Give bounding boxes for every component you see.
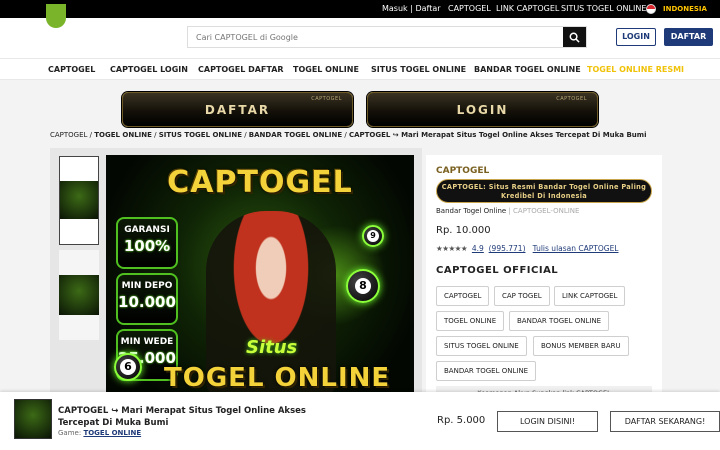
search-button[interactable] bbox=[563, 27, 586, 47]
sticky-price: Rp. 5.000 bbox=[437, 415, 486, 426]
sticky-purchase-bar: CAPTOGEL ↪ Mari Merapat Situs Togel Onli… bbox=[0, 392, 720, 450]
nav-item-captogel[interactable]: CAPTOGEL bbox=[48, 65, 95, 74]
card-bottom-text: 10.000 bbox=[118, 293, 176, 311]
promo-login-label: LOGIN bbox=[456, 103, 509, 117]
tag-situs-togel-online[interactable]: SITUS TOGEL ONLINE bbox=[436, 336, 527, 356]
masuk-daftar-link[interactable]: Masuk | Daftar bbox=[382, 4, 441, 13]
sticky-game-line: Game: TOGEL ONLINE bbox=[58, 429, 141, 437]
ball-8-icon: 8 bbox=[346, 269, 380, 303]
rating-value[interactable]: 4.9 bbox=[472, 244, 484, 253]
daftar-sekarang-button[interactable]: DAFTAR SEKARANG! bbox=[610, 411, 720, 432]
breadcrumb-item[interactable]: BANDAR TOGEL ONLINE bbox=[249, 131, 342, 139]
main-nav: CAPTOGEL CAPTOGEL LOGIN CAPTOGEL DAFTAR … bbox=[0, 58, 720, 80]
write-review-link[interactable]: Tulis ulasan CAPTOGEL bbox=[533, 244, 619, 253]
tag-captogel[interactable]: CAPTOGEL bbox=[436, 286, 490, 306]
nav-item-captogel-daftar[interactable]: CAPTOGEL DAFTAR bbox=[198, 65, 284, 74]
game-link[interactable]: TOGEL ONLINE bbox=[83, 429, 141, 437]
language-selector[interactable]: INDONESIA bbox=[663, 5, 707, 13]
breadcrumb-item[interactable]: CAPTOGEL bbox=[50, 131, 87, 139]
product-info-panel: CAPTOGEL CAPTOGEL: Situs Resmi Bandar To… bbox=[426, 155, 662, 400]
breadcrumb-item[interactable]: SITUS TOGEL ONLINE bbox=[159, 131, 242, 139]
captogel-top-link[interactable]: CAPTOGEL bbox=[448, 4, 491, 13]
gallery-thumbnail[interactable] bbox=[59, 156, 99, 245]
breadcrumb-current: CAPTOGEL ↪ Mari Merapat Situs Togel Onli… bbox=[348, 131, 647, 139]
promo-daftar-brand: CAPTOGEL bbox=[311, 96, 342, 102]
hero-banner-image: CAPTOGEL GARANSI 100% MIN DEPO 10.000 MI… bbox=[106, 155, 414, 398]
rating-count[interactable]: (995.771) bbox=[489, 244, 526, 253]
product-gallery: CAPTOGEL GARANSI 100% MIN DEPO 10.000 MI… bbox=[50, 148, 422, 398]
product-category[interactable]: Bandar Togel Online bbox=[436, 207, 506, 215]
nav-item-situs-togel-online[interactable]: SITUS TOGEL ONLINE bbox=[371, 65, 466, 74]
card-top-text: MIN DEPO bbox=[121, 281, 173, 291]
header-daftar-button[interactable]: DAFTAR bbox=[664, 28, 713, 46]
product-tagline-badge: CAPTOGEL: Situs Resmi Bandar Togel Onlin… bbox=[436, 179, 652, 203]
product-store[interactable]: CAPTOGEL-ONLINE bbox=[513, 207, 579, 215]
promo-login-button[interactable]: CAPTOGEL LOGIN bbox=[367, 92, 598, 127]
ball-6-icon: 6 bbox=[114, 353, 142, 381]
tag-bonus-member-baru[interactable]: BONUS MEMBER BARU bbox=[533, 336, 629, 356]
card-top-text: MIN WEDE bbox=[120, 337, 174, 347]
ball-number: 9 bbox=[367, 230, 379, 242]
top-bar: Masuk | Daftar CAPTOGEL LINK CAPTOGEL SI… bbox=[0, 0, 720, 18]
product-price: Rp. 10.000 bbox=[436, 225, 491, 236]
search-icon bbox=[569, 32, 580, 43]
nav-item-togel-online[interactable]: TOGEL ONLINE bbox=[293, 65, 359, 74]
rating-stars-icon: ★★★★★ bbox=[436, 244, 468, 253]
tag-bandar-togel-online[interactable]: BANDAR TOGEL ONLINE bbox=[509, 311, 610, 331]
site-header: LOGIN DAFTAR bbox=[0, 4, 720, 58]
indonesia-flag-icon[interactable] bbox=[646, 4, 656, 14]
game-label: Game: bbox=[58, 429, 82, 437]
banner-togel-online-text: TOGEL ONLINE bbox=[164, 363, 391, 393]
promo-daftar-button[interactable]: CAPTOGEL DAFTAR bbox=[122, 92, 353, 127]
sticky-product-title: CAPTOGEL ↪ Mari Merapat Situs Togel Onli… bbox=[58, 406, 306, 428]
product-brand[interactable]: CAPTOGEL bbox=[436, 166, 489, 176]
breadcrumb: CAPTOGEL / TOGEL ONLINE / SITUS TOGEL ON… bbox=[50, 131, 647, 139]
tag-togel-online[interactable]: TOGEL ONLINE bbox=[436, 311, 505, 331]
login-disini-button[interactable]: LOGIN DISINI! bbox=[497, 411, 598, 432]
sticky-product-thumbnail bbox=[14, 399, 52, 439]
promo-login-brand: CAPTOGEL bbox=[556, 96, 587, 102]
ball-9-icon: 9 bbox=[362, 225, 384, 247]
promo-daftar-label: DAFTAR bbox=[204, 103, 271, 117]
official-section-title: CAPTOGEL OFFICIAL bbox=[436, 265, 559, 276]
thumbnail-image bbox=[60, 181, 98, 219]
tag-link-captogel[interactable]: LINK CAPTOGEL bbox=[554, 286, 626, 306]
situs-togel-online-top-link[interactable]: SITUS TOGEL ONLINE bbox=[561, 4, 646, 13]
banner-situs-text: Situs bbox=[246, 337, 298, 358]
site-logo[interactable] bbox=[46, 4, 66, 28]
tag-cap-togel[interactable]: CAP TOGEL bbox=[494, 286, 550, 306]
ball-number: 6 bbox=[120, 359, 136, 375]
link-captogel-top-link[interactable]: LINK CAPTOGEL bbox=[496, 4, 559, 13]
product-meta: Bandar Togel Online | CAPTOGEL-ONLINE bbox=[436, 207, 579, 215]
thumbnail-image bbox=[59, 275, 99, 315]
card-bottom-text: 100% bbox=[123, 237, 171, 255]
banner-card-garansi: GARANSI 100% bbox=[116, 217, 178, 269]
ball-number: 8 bbox=[355, 278, 371, 294]
gallery-thumbnail[interactable] bbox=[59, 250, 99, 340]
nav-item-bandar-togel-online[interactable]: BANDAR TOGEL ONLINE bbox=[474, 65, 581, 74]
banner-card-min-depo: MIN DEPO 10.000 bbox=[116, 273, 178, 325]
banner-title: CAPTOGEL bbox=[167, 165, 353, 200]
nav-item-togel-online-resmi[interactable]: TOGEL ONLINE RESMI bbox=[587, 65, 684, 74]
breadcrumb-item[interactable]: TOGEL ONLINE bbox=[94, 131, 152, 139]
header-login-button[interactable]: LOGIN bbox=[616, 28, 656, 46]
search-input[interactable] bbox=[188, 27, 564, 47]
product-rating: ★★★★★ 4.9 (995.771) Tulis ulasan CAPTOGE… bbox=[436, 244, 619, 253]
card-top-text: GARANSI bbox=[124, 225, 170, 235]
tag-bandar-togel-online-2[interactable]: BANDAR TOGEL ONLINE bbox=[436, 361, 537, 381]
search-box bbox=[187, 26, 587, 48]
nav-item-captogel-login[interactable]: CAPTOGEL LOGIN bbox=[110, 65, 188, 74]
